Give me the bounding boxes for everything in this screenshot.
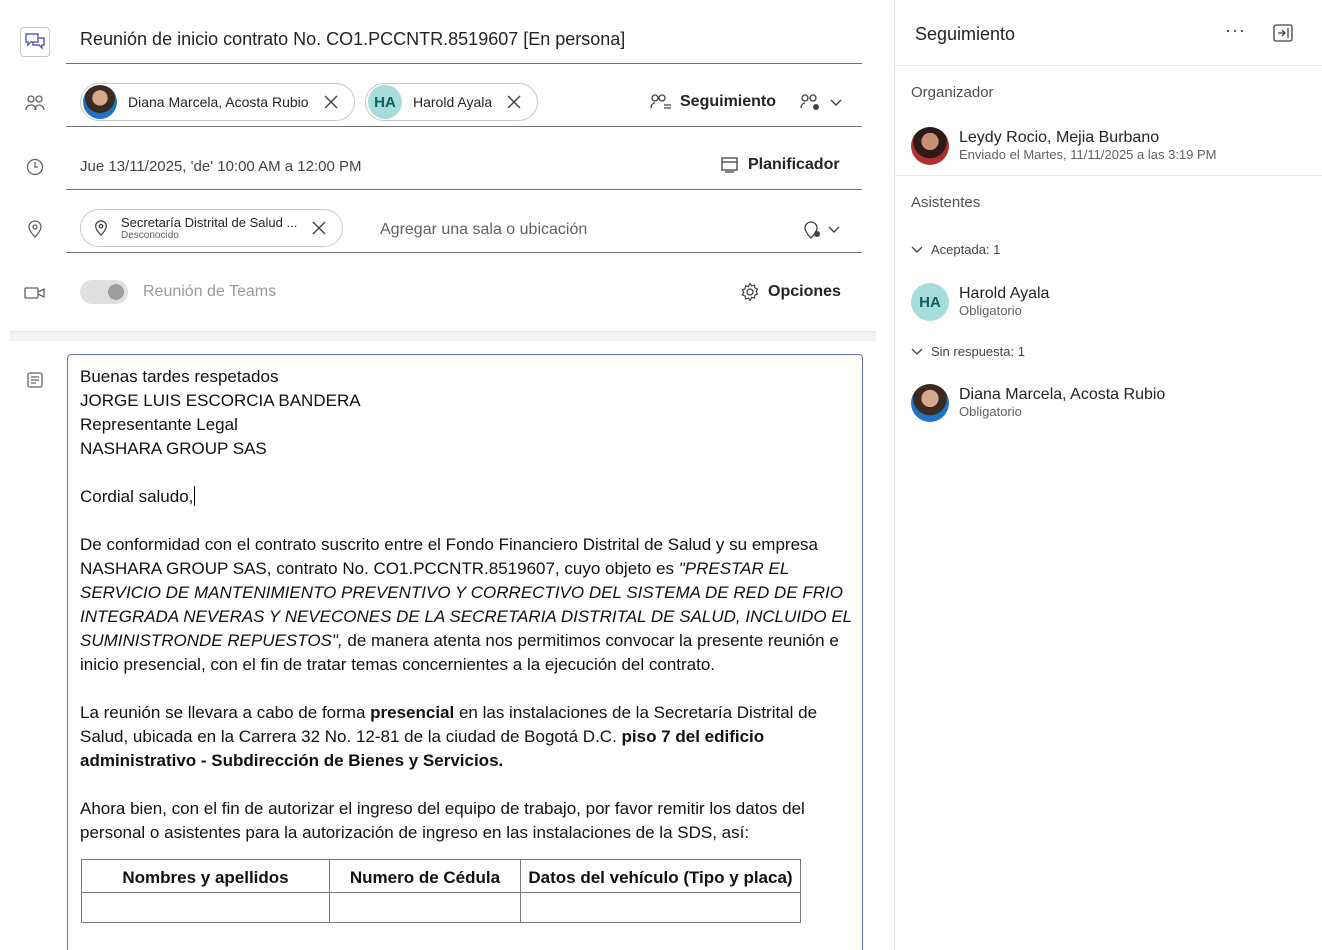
pop-out-icon[interactable] [1273,24,1293,47]
location-chip-text: Secretaría Distrital de Salud ... Descon… [121,216,297,241]
teams-meeting-toggle[interactable] [80,280,128,304]
meeting-datetime[interactable]: Jue 13/11/2025, 'de' 10:00 AM a 12:00 PM [80,158,361,175]
tracking-pane: Seguimiento ··· Organizador Leydy Rocio,… [894,0,1322,950]
attendee-entry-diana[interactable]: Diana Marcela, Acosta Rubio Obligatorio [911,384,1165,422]
section-separator [10,331,876,341]
divider [66,63,862,64]
attendees-label: Asistentes [911,194,981,211]
attendee-data-table: Nombres y apellidos Numero de Cédula Dat… [81,859,801,923]
no-response-label: Sin respuesta: 1 [931,344,1025,359]
table-cell[interactable] [329,892,521,923]
remove-attendee-icon[interactable] [506,94,522,110]
no-response-group-toggle[interactable]: Sin respuesta: 1 [911,344,1025,359]
location-icon [24,218,46,240]
avatar [911,384,949,422]
people-icon [24,92,46,114]
message-body: Buenas tardes respetados JORGE LUIS ESCO… [80,365,855,923]
location-paragraph: La reunión se llevara a cabo de forma pr… [80,701,855,773]
options-button[interactable]: Opciones [740,282,841,302]
body-line: Buenas tardes respetados [80,367,279,386]
organizer-label: Organizador [911,84,994,101]
notes-icon [24,369,46,391]
contract-paragraph: De conformidad con el contrato suscrito … [80,533,855,677]
location-input[interactable]: Agregar una sala o ubicación [380,221,587,239]
meeting-subject[interactable]: Reunión de inicio contrato No. CO1.PCCNT… [80,29,625,50]
avatar [83,85,117,119]
attendee-entry-harold[interactable]: HA Harold Ayala Obligatorio [911,283,1049,321]
teams-meeting-label: Reunión de Teams [143,283,277,300]
tracking-button[interactable]: Seguimiento [650,93,776,111]
meeting-form: Reunión de inicio contrato No. CO1.PCCNT… [0,0,880,950]
attendee-info: Diana Marcela, Acosta Rubio Obligatorio [959,386,1165,419]
request-paragraph: Ahora bien, con el fin de autorizar el i… [80,799,805,842]
text-cursor [194,486,196,506]
attendee-role: Obligatorio [959,403,1022,419]
attendee-chip-harold[interactable]: HA Harold Ayala [365,83,539,121]
attendee-name: Harold Ayala [413,94,493,110]
body-line: Representante Legal [80,415,238,434]
greeting: Cordial saludo, [80,487,194,506]
chevron-down-icon [828,226,840,233]
clock-icon [24,156,46,178]
people-settings-icon [800,94,819,110]
divider [66,189,862,190]
more-options-button[interactable]: ··· [1225,20,1246,41]
divider [66,126,862,127]
location-name: Secretaría Distrital de Salud ... [121,214,298,230]
tracking-label: Seguimiento [680,93,777,110]
scheduler-button[interactable]: Planificador [720,156,840,174]
body-line: JORGE LUIS ESCORCIA BANDERA [80,391,361,410]
greeting-paragraph: Cordial saludo, [80,485,855,509]
table-cell[interactable] [81,892,330,923]
meeting-chat-icon[interactable] [20,27,50,57]
tracking-pane-header: Seguimiento ··· [895,0,1322,66]
divider [66,252,862,253]
table-header: Numero de Cédula [329,859,521,893]
accepted-group-toggle[interactable]: Aceptada: 1 [911,242,1000,257]
calendar-icon [721,157,738,173]
attendee-name: Diana Marcela, Acosta Rubio [128,94,309,110]
chevron-down-icon [911,246,923,253]
chevron-down-icon [830,99,842,106]
location-pin-icon [95,220,107,236]
avatar: HA [368,85,402,119]
organizer-entry[interactable]: Leydy Rocio, Mejia Burbano Enviado el Ma… [911,127,1217,165]
location-status: Desconocido [121,229,179,241]
table-header: Nombres y apellidos [81,859,330,893]
attendee-name: Harold Ayala [959,285,1050,303]
divider [895,175,1322,176]
message-body-editor[interactable]: Buenas tardes respetados JORGE LUIS ESCO… [67,354,863,950]
attendee-info: Harold Ayala Obligatorio [959,285,1049,318]
avatar [911,127,949,165]
location-settings-icon [804,221,820,239]
table-cell[interactable] [520,892,801,923]
attendee-chip-diana[interactable]: Diana Marcela, Acosta Rubio [80,83,355,121]
organizer-info: Leydy Rocio, Mejia Burbano Enviado el Ma… [959,129,1217,162]
people-list-icon [650,94,671,109]
accepted-label: Aceptada: 1 [931,242,1001,257]
tracking-pane-title: Seguimiento [915,24,1016,44]
bold-text: presencial [370,703,455,722]
avatar: HA [911,283,949,321]
attendee-name: Diana Marcela, Acosta Rubio [959,386,1166,404]
options-label: Opciones [768,283,841,300]
gear-icon [741,282,759,302]
organizer-name: Leydy Rocio, Mejia Burbano [959,129,1160,147]
body-line: NASHARA GROUP SAS [80,439,267,458]
toggle-knob [108,284,124,300]
attendee-options-button[interactable] [800,93,842,113]
remove-location-icon[interactable] [311,220,327,236]
sent-date: Enviado el Martes, 11/11/2025 a las 3:19… [959,146,1217,162]
attendee-role: Obligatorio [959,302,1022,318]
remove-attendee-icon[interactable] [323,94,339,110]
location-chip[interactable]: Secretaría Distrital de Salud ... Descon… [80,209,344,247]
chevron-down-icon [911,348,923,355]
room-finder-button[interactable] [802,220,840,240]
video-camera-icon [24,282,46,304]
table-header: Datos del vehículo (Tipo y placa) [520,859,801,893]
paragraph-text: La reunión se llevara a cabo de forma [80,703,371,722]
scheduler-label: Planificador [748,156,840,173]
